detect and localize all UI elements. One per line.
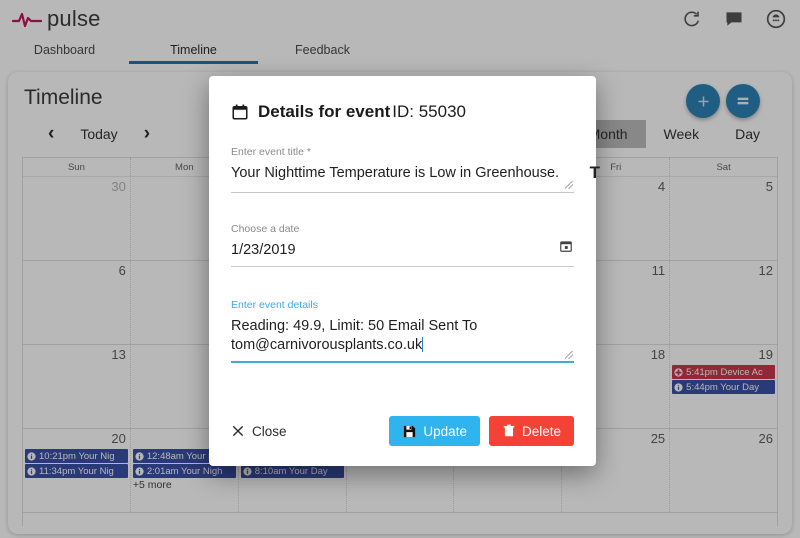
text-cursor xyxy=(422,337,423,352)
close-button[interactable]: Close xyxy=(231,424,287,439)
event-date-field: Choose a date 1/23/2019 xyxy=(231,223,574,267)
event-date-label: Choose a date xyxy=(231,223,574,235)
title-resize-grip[interactable] xyxy=(565,181,573,189)
delete-button-label: Delete xyxy=(522,424,561,439)
dialog-title-id: ID: 55030 xyxy=(392,102,466,122)
update-button[interactable]: Update xyxy=(389,416,480,446)
event-title-label: Enter event title * xyxy=(231,146,574,158)
update-button-label: Update xyxy=(423,424,467,439)
event-date-input[interactable]: 1/23/2019 xyxy=(231,235,574,266)
trash-icon xyxy=(502,424,516,438)
event-details-dialog: Details for event ID: 55030 Enter event … xyxy=(209,76,596,466)
text-format-icon[interactable]: T xyxy=(590,163,600,183)
event-details-field: Enter event details Reading: 49.9, Limit… xyxy=(231,299,574,363)
details-resize-grip[interactable] xyxy=(565,351,573,359)
event-details-label: Enter event details xyxy=(231,299,574,311)
dialog-title-bold: Details for event xyxy=(258,102,390,122)
delete-button[interactable]: Delete xyxy=(489,416,574,446)
event-title-field: Enter event title * Your Nighttime Tempe… xyxy=(231,146,574,193)
app-root: pulse Dashboard Timeline Feedback xyxy=(0,0,800,538)
dialog-title: Details for event ID: 55030 xyxy=(231,102,574,122)
dialog-actions: Close Update Delete xyxy=(231,416,574,446)
calendar-icon xyxy=(231,103,249,121)
title-underline xyxy=(231,192,574,193)
save-icon xyxy=(402,424,417,439)
close-button-label: Close xyxy=(252,424,287,439)
calendar-picker-glyph xyxy=(559,239,573,253)
details-underline xyxy=(231,361,574,363)
event-title-input[interactable]: Your Nighttime Temperature is Low in Gre… xyxy=(231,158,574,192)
event-details-input[interactable]: Reading: 49.9, Limit: 50 Email Sent To t… xyxy=(231,311,574,361)
date-picker-icon[interactable] xyxy=(559,239,573,258)
close-icon xyxy=(231,424,245,438)
event-details-text: Reading: 49.9, Limit: 50 Email Sent To t… xyxy=(231,318,477,354)
date-underline xyxy=(231,266,574,267)
